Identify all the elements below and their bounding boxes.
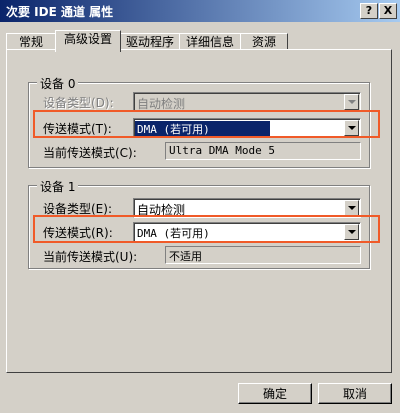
device-1-current-mode-value: 不适用 [169, 250, 202, 263]
device-0-group-title: 设备 0 [37, 75, 79, 92]
device-0-current-mode-label: 当前传送模式(C): [43, 146, 137, 160]
chevron-down-icon[interactable] [344, 200, 359, 216]
ok-button[interactable]: 确定 [238, 383, 312, 404]
cancel-button[interactable]: 取消 [318, 383, 392, 404]
chevron-down-icon[interactable] [344, 224, 359, 240]
device-1-group-title: 设备 1 [37, 178, 79, 195]
properties-dialog: 次要 IDE 通道 属性 ? X 常规 高级设置 驱动程序 详细信息 资源 设备… [0, 0, 400, 413]
window-title: 次要 IDE 通道 属性 [6, 5, 114, 19]
help-button[interactable]: ? [360, 3, 378, 19]
device-0-type-select: 自动检测 [133, 92, 361, 112]
device-0-group: 设备 0 设备类型(D): 自动检测 传送模式(T): DMA (若可用) 当前… [28, 75, 370, 168]
device-1-transfer-mode-select[interactable]: DMA (若可用) [133, 222, 361, 242]
device-1-transfer-mode-label: 传送模式(R): [43, 226, 113, 240]
close-button[interactable]: X [379, 3, 397, 19]
device-0-transfer-mode-value: DMA (若可用) [135, 121, 270, 137]
device-0-current-mode-field: Ultra DMA Mode 5 [165, 142, 361, 160]
device-0-transfer-mode-select[interactable]: DMA (若可用) [133, 118, 361, 138]
device-1-type-value: 自动检测 [137, 203, 186, 217]
device-0-transfer-mode-label: 传送模式(T): [43, 122, 112, 136]
title-bar: 次要 IDE 通道 属性 ? X [0, 0, 400, 22]
device-1-current-mode-field: 不适用 [165, 246, 361, 264]
device-0-type-value: 自动检测 [137, 97, 186, 111]
tab-advanced-settings[interactable]: 高级设置 [55, 30, 121, 52]
device-1-transfer-mode-value: DMA (若可用) [137, 227, 210, 240]
device-1-type-label: 设备类型(E): [43, 202, 112, 216]
chevron-down-icon [344, 94, 359, 110]
device-1-group: 设备 1 设备类型(E): 自动检测 传送模式(R): DMA (若可用) 当前… [28, 178, 370, 269]
chevron-down-icon[interactable] [344, 120, 359, 136]
device-1-current-mode-label: 当前传送模式(U): [43, 250, 138, 264]
device-1-type-select[interactable]: 自动检测 [133, 198, 361, 218]
device-0-current-mode-value: Ultra DMA Mode 5 [169, 144, 275, 157]
device-0-type-label: 设备类型(D): [43, 96, 114, 110]
